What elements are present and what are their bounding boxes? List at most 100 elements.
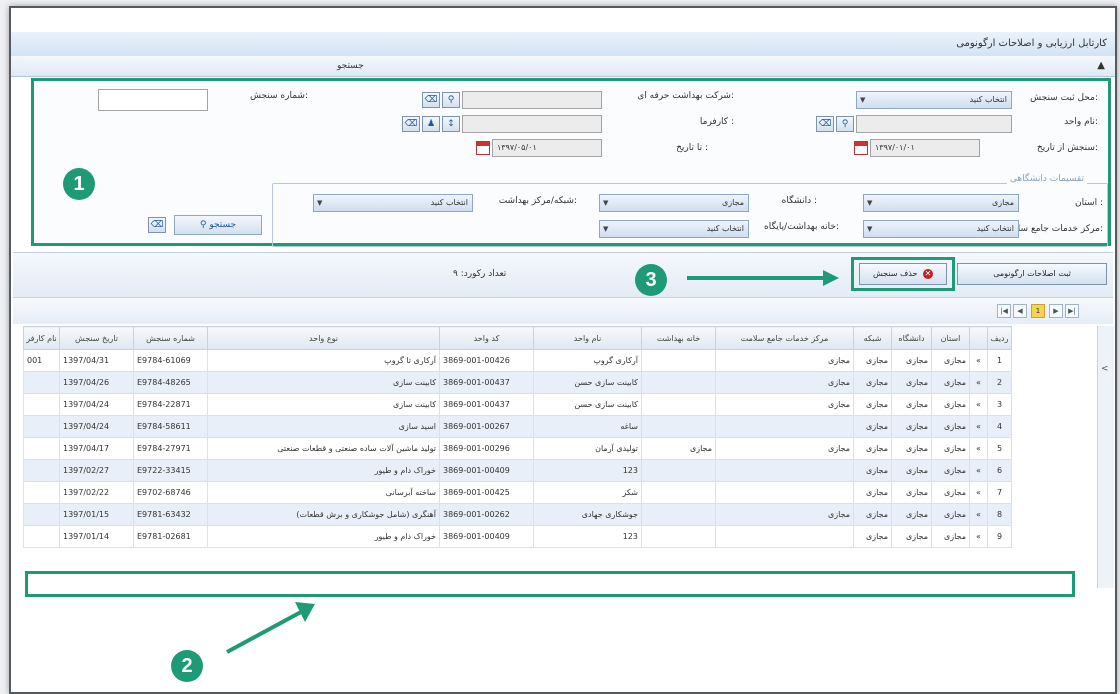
row-expander[interactable]: » <box>969 415 988 438</box>
network-cell: مجازی <box>853 349 892 372</box>
table-row[interactable]: 7» مجازی مجازی مجازی شکر 3869-001-00425 ساخته … <box>23 481 1012 504</box>
row-number: 1 <box>987 349 1012 372</box>
row-number: 8 <box>987 503 1012 526</box>
row-expander[interactable]: » <box>969 437 988 460</box>
unit-type-cell: خوراک دام و طیور <box>207 525 440 548</box>
clear-icon[interactable]: ⌫ <box>816 116 834 132</box>
table-row[interactable]: 2» مجازی مجازی مجازی مجازی کابینت سازی حسن 386… <box>23 371 1012 394</box>
col-header-unit-code[interactable]: کد واحد <box>439 326 534 350</box>
date-cell: 1397/04/17 <box>59 437 134 460</box>
province-cell: مجازی <box>931 459 970 482</box>
col-header-unit-name[interactable]: نام واحد <box>533 326 642 350</box>
col-header-rownum[interactable]: ردیف <box>987 326 1012 350</box>
register-ergonomic-button[interactable]: ثبت اصلاحات ارگونومی <box>957 263 1107 285</box>
search-section-header[interactable]: جستجو ▲ <box>11 56 1115 77</box>
row-expander[interactable]: » <box>969 371 988 394</box>
row-expander[interactable]: » <box>969 393 988 416</box>
col-header-center[interactable]: مرکز خدمات جامع سلامت <box>715 326 854 350</box>
employer-cell <box>23 437 60 460</box>
table-row[interactable]: 5» مجازی مجازی مجازی مجازی مجازی تولیدی آرمان 3… <box>23 437 1012 460</box>
university-select[interactable]: مجازی ▼ <box>599 194 749 212</box>
last-page-icon[interactable]: ▶| <box>1065 304 1079 318</box>
unit-name-cell: ساغه <box>533 415 642 438</box>
clear-icon[interactable]: ⌫ <box>402 116 420 132</box>
house-cell <box>641 459 716 482</box>
table-row[interactable]: 6» مجازی مجازی مجازی 123 3869-001-00409 خوراک … <box>23 459 1012 482</box>
row-expander[interactable]: » <box>969 459 988 482</box>
delete-icon: ✕ <box>923 268 933 279</box>
unit-type-cell: تولید ماشین آلات ساده صنعتی و قطعات صنعت… <box>207 437 440 460</box>
employer-cell <box>23 459 60 482</box>
unit-code-cell: 3869-001-00425 <box>439 481 534 504</box>
unit-type-cell: کابینت سازی <box>207 393 440 416</box>
spinner-icon[interactable]: ↕ <box>442 116 460 132</box>
annotation-badge-3: 3 <box>635 264 667 296</box>
network-select[interactable]: انتخاب کنید ▼ <box>313 194 473 212</box>
col-header-university[interactable]: دانشگاه <box>891 326 932 350</box>
center-select[interactable]: انتخاب کنید ▼ <box>863 220 1019 238</box>
col-header-unit-type[interactable]: نوع واحد <box>207 326 440 350</box>
search-button[interactable]: ⚲ جستجو <box>174 215 262 235</box>
table-header: ردیف استان دانشگاه شبکه مرکز خدمات جامع … <box>23 326 1012 350</box>
place-select[interactable]: انتخاب کنید ▼ <box>856 91 1012 109</box>
delete-measure-button[interactable]: ✕ حذف سنجش <box>859 263 947 285</box>
next-page-icon[interactable]: ▶ <box>1049 304 1063 318</box>
province-label: استان : <box>1074 198 1103 208</box>
first-page-icon[interactable]: |◀ <box>997 304 1011 318</box>
record-count: تعداد رکورد: ۹ <box>453 269 507 279</box>
dropdown-arrow-icon: ▼ <box>860 96 866 104</box>
people-icon[interactable]: ♟ <box>422 116 440 132</box>
unit-field[interactable] <box>856 115 1012 133</box>
chevron-up-icon[interactable]: ▲ <box>1097 56 1105 76</box>
to-date-input[interactable]: ۱۳۹۷/۰۵/۰۱ <box>492 139 602 157</box>
col-header-province[interactable]: استان <box>931 326 970 350</box>
house-select-value: انتخاب کنید <box>706 224 744 233</box>
from-date-input[interactable]: ۱۳۹۷/۰۱/۰۱ <box>870 139 980 157</box>
calendar-icon[interactable] <box>476 141 490 155</box>
table-row[interactable]: 9» مجازی مجازی مجازی 123 3869-001-00409 خوراک … <box>23 525 1012 548</box>
company-field[interactable] <box>462 91 602 109</box>
province-cell: مجازی <box>931 525 970 548</box>
col-header-expander <box>969 326 988 350</box>
col-header-date[interactable]: تاریخ سنجش <box>59 326 134 350</box>
col-header-measure-no[interactable]: شماره سنجش <box>133 326 208 350</box>
date-cell: 1397/01/14 <box>59 525 134 548</box>
measure-no-cell: E9702-68746 <box>133 481 208 504</box>
province-select[interactable]: مجازی ▼ <box>863 194 1019 212</box>
row-number: 6 <box>987 459 1012 482</box>
prev-page-icon[interactable]: ◀ <box>1013 304 1027 318</box>
row-expander[interactable]: » <box>969 525 988 548</box>
col-header-network[interactable]: شبکه <box>853 326 892 350</box>
search-icon[interactable]: ⚲ <box>442 92 460 108</box>
employer-field[interactable] <box>462 115 602 133</box>
measure-no-input[interactable] <box>98 89 208 111</box>
province-select-value: مجازی <box>991 198 1014 207</box>
row-expander[interactable]: » <box>969 503 988 526</box>
table-row[interactable]: 1» مجازی مجازی مجازی مجازی آرکاری گروپ 3869-00… <box>23 349 1012 372</box>
employer-label: کارفرما : <box>699 117 734 127</box>
row-number: 3 <box>987 393 1012 416</box>
row-expand-strip[interactable]: < <box>1097 326 1114 588</box>
province-cell: مجازی <box>931 393 970 416</box>
col-header-house[interactable]: خانه بهداشت <box>641 326 716 350</box>
to-date-label: تا تاریخ : <box>676 143 708 153</box>
table-row[interactable]: 8» مجازی مجازی مجازی مجازی جوشکاری جهادی 3869-… <box>23 503 1012 526</box>
house-label: خانه بهداشت/پایگاه: <box>763 222 839 232</box>
clear-icon[interactable]: ⌫ <box>422 92 440 108</box>
calendar-icon[interactable] <box>854 141 868 155</box>
row-expander[interactable]: » <box>969 481 988 504</box>
clear-search-icon[interactable]: ⌫ <box>148 217 166 233</box>
row-number: 4 <box>987 415 1012 438</box>
current-page[interactable]: 1 <box>1031 304 1045 318</box>
table-row[interactable]: 4» مجازی مجازی مجازی ساغه 3869-001-00267 اسید … <box>23 415 1012 438</box>
house-select[interactable]: انتخاب کنید ▼ <box>599 220 749 238</box>
search-icon[interactable]: ⚲ <box>836 116 854 132</box>
university-divisions-fieldset: تقسیمات دانشگاهی استان : مجازی ▼ دانشگاه… <box>272 174 1108 247</box>
dropdown-arrow-icon: ▼ <box>867 199 873 207</box>
measures-table: ردیف استان دانشگاه شبکه مرکز خدمات جامع … <box>23 326 1012 548</box>
date-cell: 1397/04/24 <box>59 415 134 438</box>
row-expander[interactable]: » <box>969 349 988 372</box>
center-cell: مجازی <box>715 393 854 416</box>
table-row[interactable]: 3» مجازی مجازی مجازی مجازی کابینت سازی حسن 386… <box>23 393 1012 416</box>
col-header-employer[interactable]: نام کارفر <box>23 326 60 350</box>
